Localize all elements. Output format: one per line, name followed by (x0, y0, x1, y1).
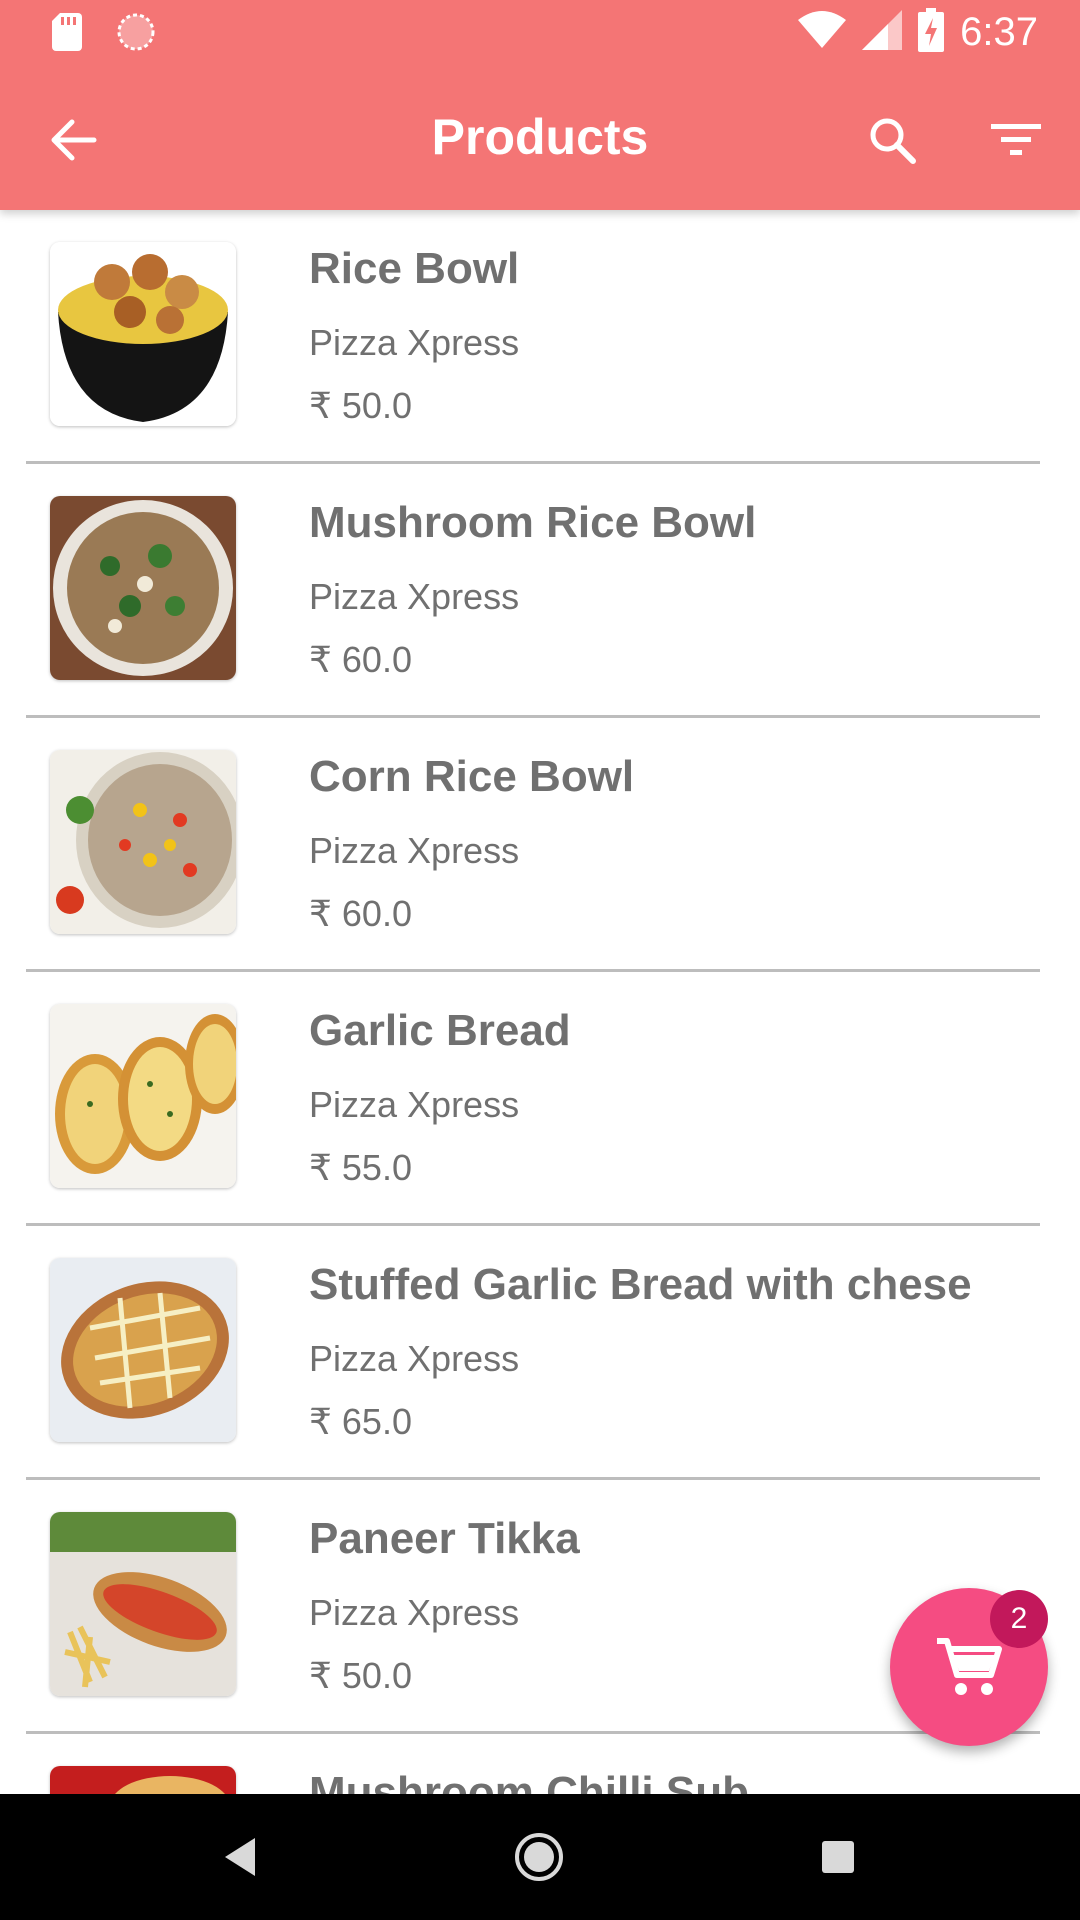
recents-square-icon (822, 1841, 854, 1873)
app-bar: 6:37 Products (0, 0, 1080, 210)
system-nav-bar (0, 1794, 1080, 1920)
product-name: Paneer Tikka (309, 1514, 580, 1563)
signal-icon (862, 10, 903, 55)
product-name: Mushroom Rice Bowl (309, 498, 757, 547)
product-price: ₹ 60.0 (309, 639, 412, 680)
wifi-icon (798, 10, 847, 55)
product-list[interactable]: Rice Bowl Pizza Xpress ₹ 50.0 Mushroom R… (0, 210, 1080, 1794)
product-image-garlic-bread (50, 1004, 236, 1188)
status-time: 6:37 (960, 10, 1038, 54)
search-button[interactable] (858, 106, 926, 174)
product-image-paneer-tikka (50, 1512, 236, 1696)
toolbar: Products (0, 66, 1080, 210)
product-restaurant: Pizza Xpress (309, 1338, 520, 1379)
sd-card-icon (52, 13, 82, 56)
product-restaurant: Pizza Xpress (309, 830, 520, 871)
search-icon (870, 118, 916, 164)
sync-icon (116, 12, 156, 57)
product-row[interactable]: Garlic Bread Pizza Xpress ₹ 55.0 (26, 972, 1040, 1226)
status-bar: 6:37 (0, 0, 1080, 66)
product-image-rice-bowl (50, 242, 236, 426)
product-price: ₹ 50.0 (309, 1655, 412, 1696)
product-image-mushroom-chilli-sub (50, 1766, 236, 1794)
product-price: ₹ 55.0 (309, 1147, 412, 1188)
nav-home-button[interactable] (506, 1824, 572, 1890)
product-row[interactable]: Mushroom Rice Bowl Pizza Xpress ₹ 60.0 (26, 464, 1040, 718)
product-row[interactable]: Mushroom Chilli Sub (26, 1734, 1040, 1794)
product-row[interactable]: Corn Rice Bowl Pizza Xpress ₹ 60.0 (26, 718, 1040, 972)
cart-count-badge: 2 (990, 1590, 1048, 1648)
product-name: Rice Bowl (309, 244, 520, 293)
product-name: Mushroom Chilli Sub (309, 1768, 749, 1794)
product-image-stuffed-garlic-bread (50, 1258, 236, 1442)
product-restaurant: Pizza Xpress (309, 576, 520, 617)
product-restaurant: Pizza Xpress (309, 322, 520, 363)
product-image-corn-rice-bowl (50, 750, 236, 934)
nav-back-button[interactable] (208, 1824, 274, 1890)
product-row[interactable]: Paneer Tikka Pizza Xpress ₹ 50.0 (26, 1480, 1040, 1734)
filter-button[interactable] (982, 106, 1050, 174)
product-name: Stuffed Garlic Bread with chese (309, 1260, 972, 1309)
product-restaurant: Pizza Xpress (309, 1592, 520, 1633)
product-name: Garlic Bread (309, 1006, 571, 1055)
product-price: ₹ 65.0 (309, 1401, 412, 1442)
product-image-mushroom-rice-bowl (50, 496, 236, 680)
product-name: Corn Rice Bowl (309, 752, 635, 801)
battery-charging-icon (918, 8, 945, 57)
product-row[interactable]: Rice Bowl Pizza Xpress ₹ 50.0 (26, 210, 1040, 464)
home-circle-icon (515, 1833, 563, 1881)
product-price: ₹ 60.0 (309, 893, 412, 934)
product-row[interactable]: Stuffed Garlic Bread with chese Pizza Xp… (26, 1226, 1040, 1480)
nav-recents-button[interactable] (805, 1824, 871, 1890)
product-restaurant: Pizza Xpress (309, 1084, 520, 1125)
back-triangle-icon (225, 1838, 255, 1876)
cart-icon (937, 1638, 1002, 1695)
filter-icon (991, 124, 1041, 155)
product-price: ₹ 50.0 (309, 385, 412, 426)
